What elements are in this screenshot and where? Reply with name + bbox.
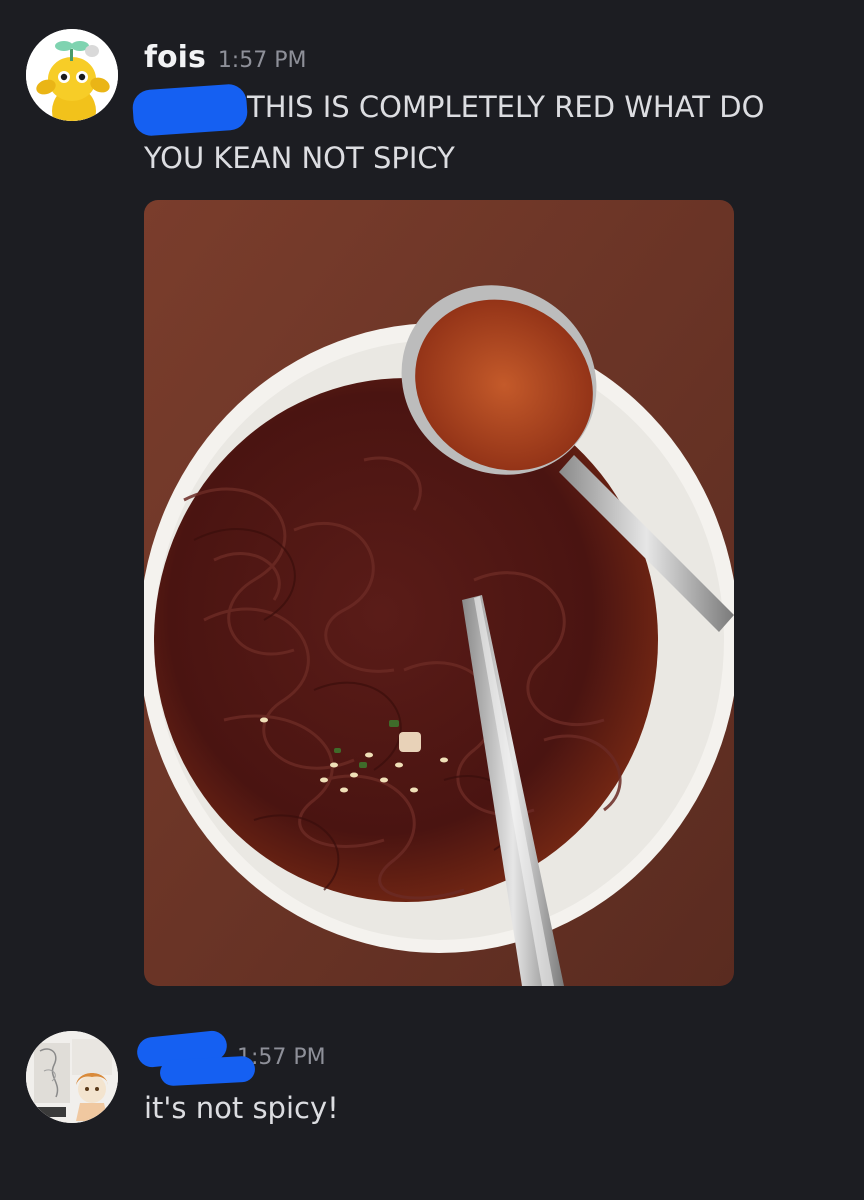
redaction-mark xyxy=(131,83,249,137)
noodle-soup-photo xyxy=(144,200,734,986)
timestamp: 1:57 PM xyxy=(217,48,307,73)
redaction-mark xyxy=(159,1055,256,1087)
sketch-art-icon xyxy=(26,1031,118,1123)
user-avatar[interactable] xyxy=(26,29,118,121)
user-avatar[interactable] xyxy=(26,1031,118,1123)
message-text-line: YOU KEAN NOT SPICY xyxy=(144,141,455,175)
image-attachment[interactable] xyxy=(144,200,734,986)
username[interactable]: fois xyxy=(144,40,206,75)
chat-log: fois 1:57 PM THIS IS COMPLETELY RED WHAT… xyxy=(0,0,864,1200)
message-2: 1:57 PM it's not spicy! xyxy=(0,1000,864,1200)
message-header: fois 1:57 PM xyxy=(144,40,306,75)
message-text: it's not spicy! xyxy=(144,1091,339,1125)
message-1: fois 1:57 PM THIS IS COMPLETELY RED WHAT… xyxy=(0,0,864,1000)
yellow-creature-icon xyxy=(26,29,118,121)
